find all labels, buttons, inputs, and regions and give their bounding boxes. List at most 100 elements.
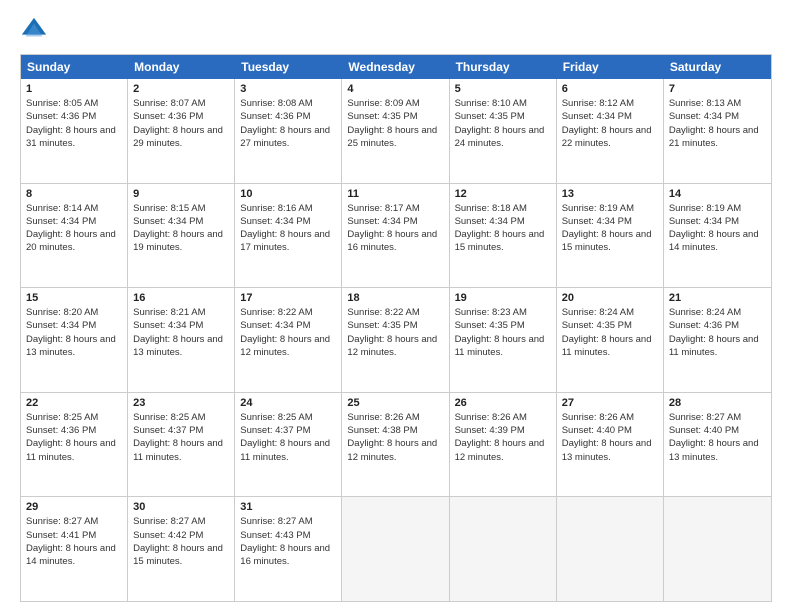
sunset-text: Sunset: 4:34 PM [669, 215, 766, 228]
sunrise-text: Sunrise: 8:24 AM [562, 306, 658, 319]
calendar-cell: 13 Sunrise: 8:19 AM Sunset: 4:34 PM Dayl… [557, 184, 664, 288]
day-number: 27 [562, 397, 658, 409]
sunset-text: Sunset: 4:40 PM [562, 424, 658, 437]
sunset-text: Sunset: 4:42 PM [133, 529, 229, 542]
calendar-cell: 21 Sunrise: 8:24 AM Sunset: 4:36 PM Dayl… [664, 288, 771, 392]
calendar: SundayMondayTuesdayWednesdayThursdayFrid… [20, 54, 772, 602]
daylight-text: Daylight: 8 hours and 11 minutes. [562, 333, 658, 360]
sunset-text: Sunset: 4:40 PM [669, 424, 766, 437]
calendar-cell: 15 Sunrise: 8:20 AM Sunset: 4:34 PM Dayl… [21, 288, 128, 392]
day-number: 7 [669, 83, 766, 95]
sunrise-text: Sunrise: 8:20 AM [26, 306, 122, 319]
weekday-header: Friday [557, 55, 664, 79]
calendar-cell: 19 Sunrise: 8:23 AM Sunset: 4:35 PM Dayl… [450, 288, 557, 392]
sunset-text: Sunset: 4:36 PM [240, 110, 336, 123]
daylight-text: Daylight: 8 hours and 11 minutes. [26, 437, 122, 464]
sunrise-text: Sunrise: 8:22 AM [240, 306, 336, 319]
sunrise-text: Sunrise: 8:18 AM [455, 202, 551, 215]
weekday-header: Thursday [450, 55, 557, 79]
weekday-header: Monday [128, 55, 235, 79]
sunrise-text: Sunrise: 8:07 AM [133, 97, 229, 110]
calendar-cell: 9 Sunrise: 8:15 AM Sunset: 4:34 PM Dayli… [128, 184, 235, 288]
sunrise-text: Sunrise: 8:09 AM [347, 97, 443, 110]
daylight-text: Daylight: 8 hours and 22 minutes. [562, 124, 658, 151]
daylight-text: Daylight: 8 hours and 19 minutes. [133, 228, 229, 255]
calendar-body: 1 Sunrise: 8:05 AM Sunset: 4:36 PM Dayli… [21, 79, 771, 601]
sunset-text: Sunset: 4:43 PM [240, 529, 336, 542]
sunset-text: Sunset: 4:34 PM [347, 215, 443, 228]
calendar-cell: 25 Sunrise: 8:26 AM Sunset: 4:38 PM Dayl… [342, 393, 449, 497]
daylight-text: Daylight: 8 hours and 14 minutes. [26, 542, 122, 569]
sunset-text: Sunset: 4:34 PM [133, 319, 229, 332]
sunset-text: Sunset: 4:34 PM [669, 110, 766, 123]
day-number: 17 [240, 292, 336, 304]
calendar-cell: 24 Sunrise: 8:25 AM Sunset: 4:37 PM Dayl… [235, 393, 342, 497]
daylight-text: Daylight: 8 hours and 13 minutes. [26, 333, 122, 360]
daylight-text: Daylight: 8 hours and 16 minutes. [347, 228, 443, 255]
sunset-text: Sunset: 4:39 PM [455, 424, 551, 437]
day-number: 15 [26, 292, 122, 304]
calendar-row: 1 Sunrise: 8:05 AM Sunset: 4:36 PM Dayli… [21, 79, 771, 184]
logo [20, 16, 52, 44]
sunset-text: Sunset: 4:34 PM [240, 215, 336, 228]
daylight-text: Daylight: 8 hours and 12 minutes. [347, 437, 443, 464]
daylight-text: Daylight: 8 hours and 15 minutes. [562, 228, 658, 255]
sunset-text: Sunset: 4:34 PM [240, 319, 336, 332]
daylight-text: Daylight: 8 hours and 15 minutes. [133, 542, 229, 569]
sunrise-text: Sunrise: 8:27 AM [669, 411, 766, 424]
daylight-text: Daylight: 8 hours and 11 minutes. [133, 437, 229, 464]
daylight-text: Daylight: 8 hours and 13 minutes. [669, 437, 766, 464]
daylight-text: Daylight: 8 hours and 11 minutes. [669, 333, 766, 360]
sunset-text: Sunset: 4:36 PM [669, 319, 766, 332]
daylight-text: Daylight: 8 hours and 12 minutes. [347, 333, 443, 360]
calendar-cell: 2 Sunrise: 8:07 AM Sunset: 4:36 PM Dayli… [128, 79, 235, 183]
calendar-cell: 1 Sunrise: 8:05 AM Sunset: 4:36 PM Dayli… [21, 79, 128, 183]
daylight-text: Daylight: 8 hours and 21 minutes. [669, 124, 766, 151]
daylight-text: Daylight: 8 hours and 11 minutes. [240, 437, 336, 464]
calendar-cell [450, 497, 557, 601]
sunrise-text: Sunrise: 8:12 AM [562, 97, 658, 110]
day-number: 13 [562, 188, 658, 200]
sunrise-text: Sunrise: 8:26 AM [562, 411, 658, 424]
sunrise-text: Sunrise: 8:05 AM [26, 97, 122, 110]
sunset-text: Sunset: 4:36 PM [26, 110, 122, 123]
day-number: 6 [562, 83, 658, 95]
day-number: 23 [133, 397, 229, 409]
calendar-cell: 28 Sunrise: 8:27 AM Sunset: 4:40 PM Dayl… [664, 393, 771, 497]
daylight-text: Daylight: 8 hours and 12 minutes. [455, 437, 551, 464]
day-number: 1 [26, 83, 122, 95]
day-number: 12 [455, 188, 551, 200]
calendar-row: 8 Sunrise: 8:14 AM Sunset: 4:34 PM Dayli… [21, 184, 771, 289]
weekday-header: Sunday [21, 55, 128, 79]
weekday-header: Wednesday [342, 55, 449, 79]
day-number: 5 [455, 83, 551, 95]
sunset-text: Sunset: 4:34 PM [26, 319, 122, 332]
calendar-cell: 14 Sunrise: 8:19 AM Sunset: 4:34 PM Dayl… [664, 184, 771, 288]
sunrise-text: Sunrise: 8:26 AM [347, 411, 443, 424]
sunset-text: Sunset: 4:41 PM [26, 529, 122, 542]
calendar-cell: 11 Sunrise: 8:17 AM Sunset: 4:34 PM Dayl… [342, 184, 449, 288]
day-number: 8 [26, 188, 122, 200]
sunset-text: Sunset: 4:35 PM [455, 110, 551, 123]
calendar-cell: 26 Sunrise: 8:26 AM Sunset: 4:39 PM Dayl… [450, 393, 557, 497]
sunset-text: Sunset: 4:35 PM [347, 319, 443, 332]
sunset-text: Sunset: 4:34 PM [455, 215, 551, 228]
calendar-cell: 22 Sunrise: 8:25 AM Sunset: 4:36 PM Dayl… [21, 393, 128, 497]
header [20, 16, 772, 44]
sunrise-text: Sunrise: 8:15 AM [133, 202, 229, 215]
calendar-cell [664, 497, 771, 601]
calendar-cell: 31 Sunrise: 8:27 AM Sunset: 4:43 PM Dayl… [235, 497, 342, 601]
calendar-cell: 10 Sunrise: 8:16 AM Sunset: 4:34 PM Dayl… [235, 184, 342, 288]
calendar-cell: 12 Sunrise: 8:18 AM Sunset: 4:34 PM Dayl… [450, 184, 557, 288]
calendar-cell: 17 Sunrise: 8:22 AM Sunset: 4:34 PM Dayl… [235, 288, 342, 392]
day-number: 22 [26, 397, 122, 409]
daylight-text: Daylight: 8 hours and 27 minutes. [240, 124, 336, 151]
daylight-text: Daylight: 8 hours and 15 minutes. [455, 228, 551, 255]
calendar-row: 29 Sunrise: 8:27 AM Sunset: 4:41 PM Dayl… [21, 497, 771, 601]
sunrise-text: Sunrise: 8:19 AM [562, 202, 658, 215]
daylight-text: Daylight: 8 hours and 29 minutes. [133, 124, 229, 151]
day-number: 11 [347, 188, 443, 200]
sunset-text: Sunset: 4:34 PM [562, 215, 658, 228]
calendar-cell [342, 497, 449, 601]
sunrise-text: Sunrise: 8:17 AM [347, 202, 443, 215]
